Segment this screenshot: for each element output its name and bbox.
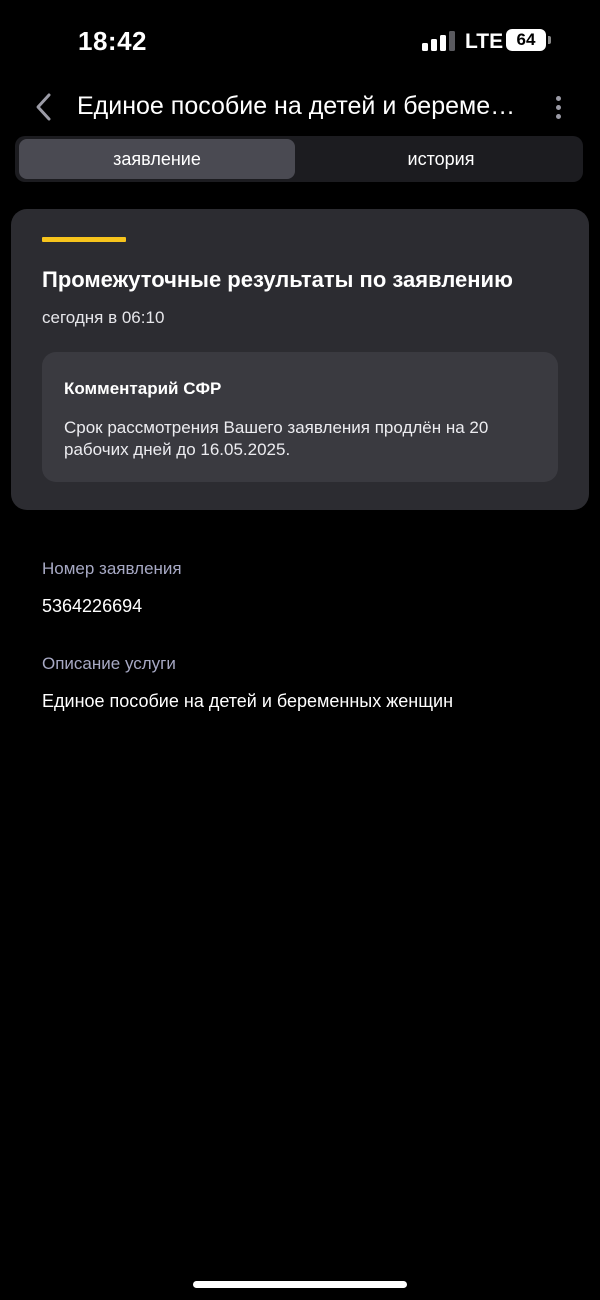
result-card: Промежуточные результаты по заявлению се… [11,209,589,510]
service-description-value: Единое пособие на детей и беременных жен… [42,691,454,711]
comment-title: Комментарий СФР [64,379,222,398]
card-timestamp: сегодня в 06:10 [42,308,165,327]
status-time: 18:42 [78,26,147,56]
accent-bar [42,237,126,242]
battery-tip [548,36,551,44]
tab-history[interactable]: история [303,139,579,179]
signal-bars-icon [422,31,455,51]
comment-box: Комментарий СФР Срок рассмотрения Вашего… [42,352,558,482]
battery-level: 64 [516,30,536,49]
more-vertical-icon [555,95,561,101]
battery-icon: 64 [506,29,552,53]
page-title: Единое пособие на детей и беременных жен… [77,92,527,120]
tab-application[interactable]: заявление [19,139,295,179]
back-button[interactable] [26,90,60,124]
card-title: Промежуточные результаты по заявлению [42,267,513,292]
chevron-left-icon [36,93,51,121]
header: Единое пособие на детей и беременных жен… [0,84,600,128]
comment-text: Срок рассмотрения Вашего заявления продл… [64,418,489,459]
status-bar: 18:42 LTE 64 [0,0,600,80]
more-button[interactable] [545,90,571,124]
segmented-tabs: заявление история [15,136,583,182]
home-indicator[interactable] [193,1281,407,1288]
application-number-value: 5364226694 [42,596,143,616]
network-label: LTE [465,30,504,53]
more-vertical-icon-dot [555,113,561,119]
service-description-label: Описание услуги [42,654,176,673]
battery-body: 64 [506,29,546,51]
application-number-label: Номер заявления [42,559,182,578]
more-vertical-icon-dot [555,104,561,110]
